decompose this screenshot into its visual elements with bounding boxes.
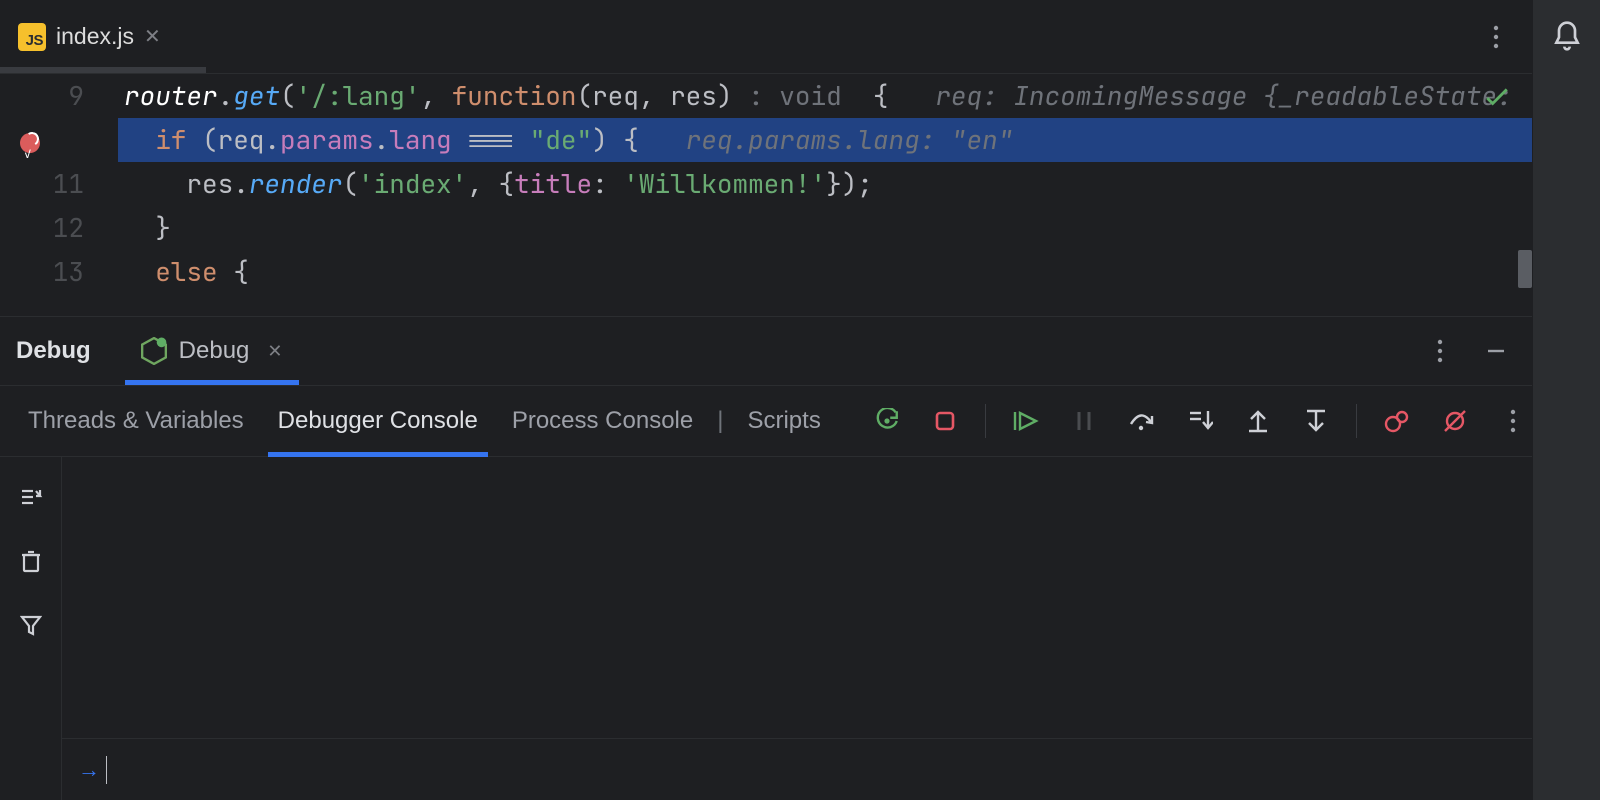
filter-icon[interactable]: [13, 607, 49, 643]
more-vertical-icon[interactable]: [1495, 403, 1531, 439]
tab-scripts[interactable]: Scripts: [737, 385, 830, 457]
right-toolbar: [1532, 0, 1600, 800]
rerun-debug-icon[interactable]: [869, 403, 905, 439]
debug-header: Debug Debug ✕: [0, 317, 1532, 385]
more-vertical-icon[interactable]: [1478, 19, 1514, 55]
tab-underline: [0, 67, 206, 73]
pause-icon[interactable]: [1066, 403, 1102, 439]
tab-title: index.js: [56, 23, 134, 50]
close-session-icon[interactable]: ✕: [267, 341, 282, 362]
separator: [985, 404, 986, 438]
debug-subtab-bar: Threads & Variables Debugger Console Pro…: [0, 385, 1532, 457]
resume-icon[interactable]: [1008, 403, 1044, 439]
separator: [1356, 404, 1357, 438]
console-input[interactable]: →: [62, 738, 1532, 800]
tab-threads-variables[interactable]: Threads & Variables: [18, 385, 254, 457]
clear-all-icon[interactable]: [13, 543, 49, 579]
editor-tab-bar: JS index.js ✕: [0, 0, 1532, 74]
line-number[interactable]: 12: [0, 206, 84, 250]
tab-separator: |: [717, 407, 723, 435]
close-tab-icon[interactable]: ✕: [144, 24, 161, 49]
view-breakpoints-icon[interactable]: [1379, 403, 1415, 439]
line-number[interactable]: [0, 118, 84, 162]
console-output[interactable]: [62, 457, 1532, 738]
step-over-icon[interactable]: [1124, 403, 1160, 439]
prompt-arrow-icon: →: [78, 757, 100, 783]
notifications-bell-icon[interactable]: [1549, 18, 1585, 54]
gutter: ✓ 9 11 12 13: [0, 74, 118, 316]
code-editor[interactable]: ✓ 9 11 12 13 router.get('/:lang', functi…: [0, 74, 1532, 316]
line-number[interactable]: 9: [0, 74, 84, 118]
editor-status-icons: [1484, 84, 1510, 110]
code-line-current[interactable]: if (req.params.lang === "de") { req.para…: [118, 118, 1532, 162]
debug-session-tab[interactable]: Debug ✕: [125, 317, 299, 385]
step-down-icon[interactable]: [1298, 403, 1334, 439]
debug-session-label: Debug: [179, 337, 250, 365]
tab-debugger-console[interactable]: Debugger Console: [268, 385, 488, 457]
more-vertical-icon[interactable]: [1422, 333, 1458, 369]
debug-tool-window: Debug Debug ✕ Threads & Variables Deb: [0, 316, 1532, 800]
javascript-file-icon: JS: [18, 23, 46, 51]
mute-breakpoints-icon[interactable]: [1437, 403, 1473, 439]
code-line[interactable]: res.render('index', {title: 'Willkommen!…: [118, 162, 1532, 206]
debug-tool-title: Debug: [16, 337, 91, 365]
code-line[interactable]: else {: [118, 250, 1532, 294]
stop-icon[interactable]: [927, 403, 963, 439]
line-number[interactable]: 11: [0, 162, 84, 206]
editor-tab-indexjs[interactable]: JS index.js ✕: [0, 0, 179, 74]
step-out-icon[interactable]: [1240, 403, 1276, 439]
code-area[interactable]: router.get('/:lang', function(req, res) …: [118, 74, 1532, 316]
scroll-to-end-icon[interactable]: [13, 479, 49, 515]
console-body: →: [0, 457, 1532, 800]
checkmark-status-icon[interactable]: [1484, 84, 1510, 110]
text-caret: [106, 756, 107, 784]
line-number[interactable]: 13: [0, 250, 84, 294]
step-into-icon[interactable]: [1182, 403, 1218, 439]
minimize-icon[interactable]: [1478, 333, 1514, 369]
code-line[interactable]: router.get('/:lang', function(req, res) …: [118, 74, 1532, 118]
console-sidebar: [0, 457, 62, 800]
nodejs-debug-icon: [141, 337, 167, 365]
console-main: →: [62, 457, 1532, 800]
breakpoint-verified-check-icon: ✓: [24, 132, 31, 176]
code-line[interactable]: }: [118, 206, 1532, 250]
tab-process-console[interactable]: Process Console: [502, 385, 703, 457]
scrollbar-thumb[interactable]: [1518, 250, 1532, 288]
